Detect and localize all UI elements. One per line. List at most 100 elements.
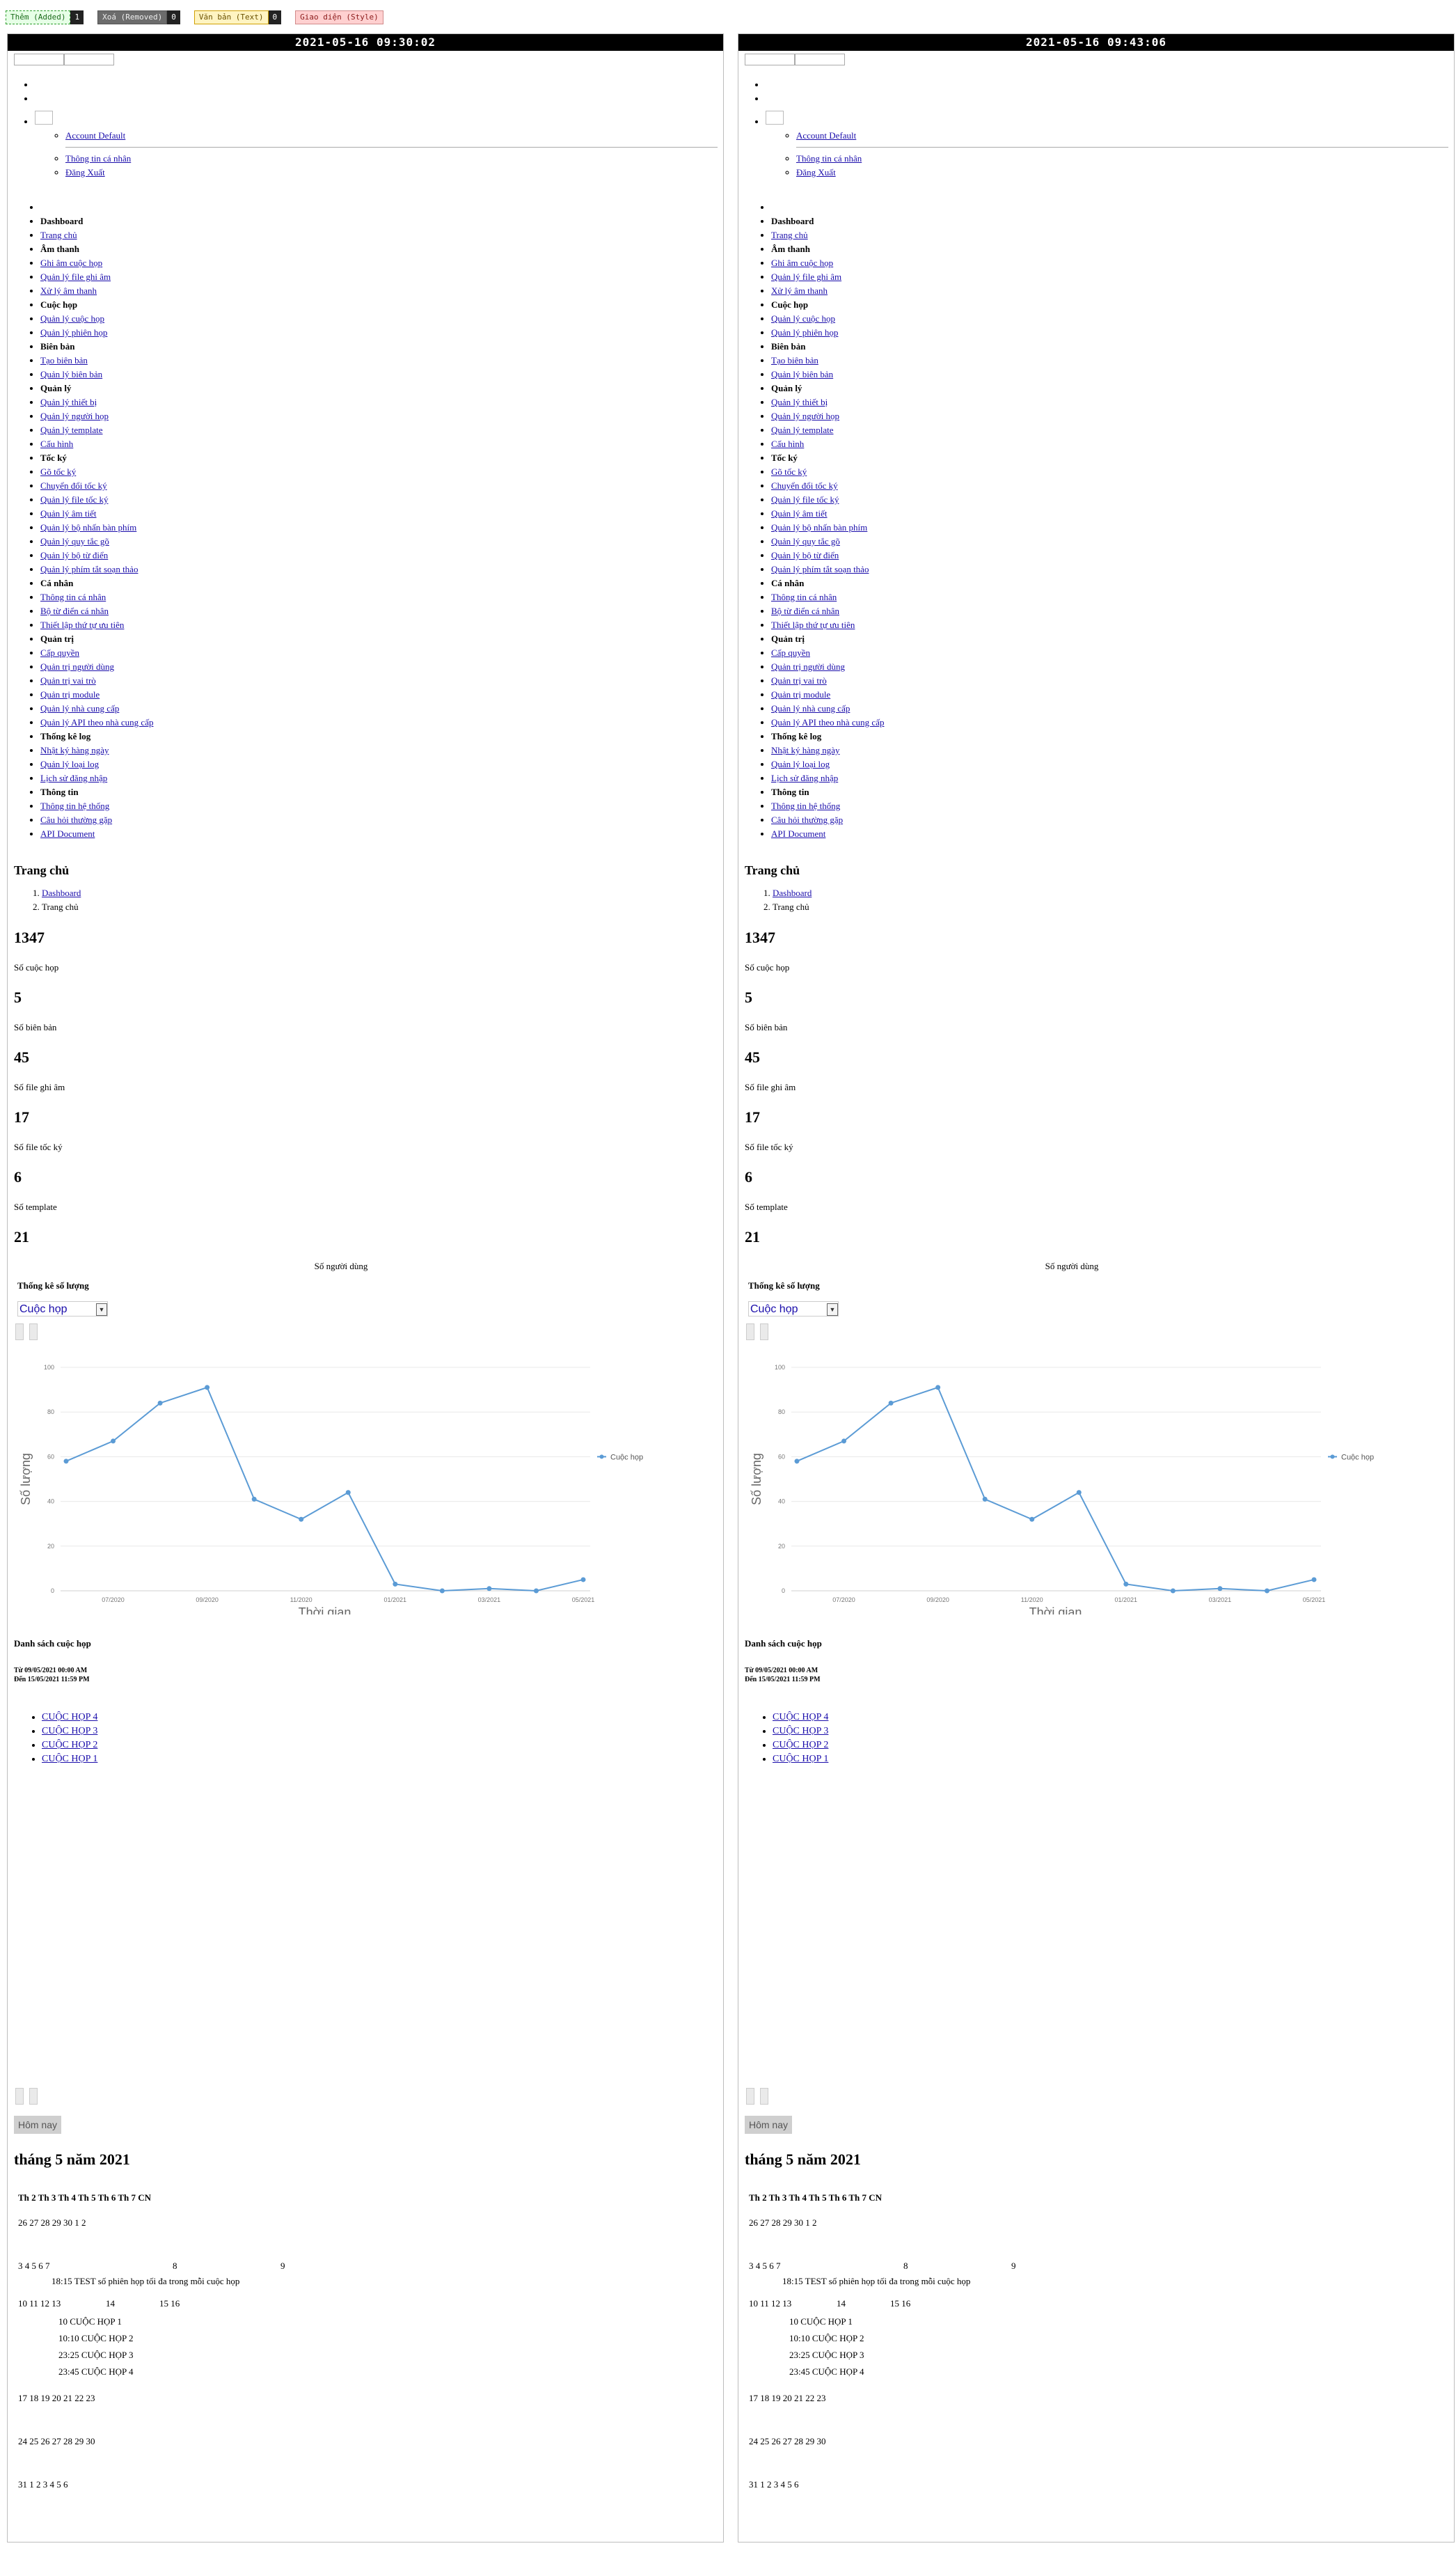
calendar-prev-button[interactable] — [15, 2088, 24, 2105]
sidebar-item-link[interactable]: Quản lý bộ từ điển — [771, 550, 839, 560]
today-button[interactable]: Hôm nay — [14, 2116, 61, 2134]
today-button[interactable]: Hôm nay — [745, 2116, 792, 2134]
sidebar-item-link[interactable]: Tạo biên bản — [40, 355, 88, 366]
sidebar-item-link[interactable]: Cấp quyền — [771, 647, 810, 658]
calendar-next-button[interactable] — [760, 2088, 768, 2105]
sidebar-item-link[interactable]: Quản lý nhà cung cấp — [40, 703, 119, 714]
calendar-event[interactable]: 10 CUỘC HỌP 1 — [58, 2313, 723, 2330]
calendar-event[interactable]: 10:10 CUỘC HỌP 2 — [789, 2330, 1454, 2347]
sidebar-item-link[interactable]: Thiết lập thứ tự ưu tiên — [40, 620, 124, 630]
sidebar-item-link[interactable]: Quản lý người họp — [40, 411, 109, 421]
sidebar-item-link[interactable]: Chuyển đổi tốc ký — [771, 480, 838, 491]
sidebar-item-link[interactable]: Quản lý phiên họp — [40, 327, 107, 338]
sidebar-item-link[interactable]: Quản lý cuộc họp — [40, 313, 104, 324]
sidebar-item-link[interactable]: Quản lý file tốc ký — [771, 494, 839, 505]
sidebar-item-link[interactable]: Quản lý bộ nhấn bàn phím — [771, 522, 867, 533]
sidebar-item-link[interactable]: Quản lý phiên họp — [771, 327, 838, 338]
sidebar-item-link[interactable]: Quản lý âm tiết — [40, 508, 97, 519]
account-option-link[interactable]: Đăng Xuất — [65, 167, 105, 178]
meeting-link[interactable]: CUỘC HỌP 1 — [773, 1754, 828, 1764]
sidebar-item-link[interactable]: Nhật ký hàng ngày — [40, 745, 109, 755]
sidebar-item-link[interactable]: Quản lý file tốc ký — [40, 494, 108, 505]
search-input[interactable] — [745, 54, 795, 65]
sidebar-item-link[interactable]: API Document — [40, 828, 95, 839]
sidebar-item-link[interactable]: API Document — [771, 828, 825, 839]
sidebar-item-link[interactable]: Quản lý bộ từ điển — [40, 550, 108, 560]
sidebar-item-link[interactable]: Câu hỏi thường gặp — [771, 815, 843, 825]
sidebar-item-link[interactable]: Quản lý quy tắc gõ — [40, 536, 109, 547]
calendar-prev-button[interactable] — [746, 2088, 754, 2105]
meeting-link[interactable]: CUỘC HỌP 3 — [42, 1726, 97, 1736]
calendar-event[interactable]: 10 CUỘC HỌP 1 — [789, 2313, 1454, 2330]
sidebar-item-link[interactable]: Quản trị vai trò — [771, 675, 827, 686]
sidebar-item-link[interactable]: Quản lý thiết bị — [771, 397, 828, 407]
sidebar-item-link[interactable]: Nhật ký hàng ngày — [771, 745, 840, 755]
sidebar-item-link[interactable]: Quản lý template — [40, 425, 103, 435]
sidebar-item-link[interactable]: Quản lý loại log — [771, 759, 830, 769]
sidebar-item-link[interactable]: Quản lý API theo nhà cung cấp — [771, 717, 884, 728]
account-name-link[interactable]: Account Default — [65, 130, 125, 141]
calendar-next-button[interactable] — [29, 2088, 38, 2105]
sidebar-item-link[interactable]: Thông tin cá nhân — [40, 592, 106, 602]
search-input[interactable] — [14, 54, 64, 65]
sidebar-item-link[interactable]: Quản lý âm tiết — [771, 508, 828, 519]
sidebar-item-link[interactable]: Tạo biên bản — [771, 355, 818, 366]
sidebar-item-link[interactable]: Cấu hình — [771, 439, 804, 449]
next-button[interactable] — [29, 1323, 38, 1340]
sidebar-item-link[interactable]: Quản lý file ghi âm — [771, 272, 841, 282]
sidebar-item-link[interactable]: Quản lý file ghi âm — [40, 272, 111, 282]
meeting-link[interactable]: CUỘC HỌP 2 — [42, 1740, 97, 1750]
sidebar-item-link[interactable]: Quản trị người dùng — [40, 661, 114, 672]
meeting-link[interactable]: CUỘC HỌP 1 — [42, 1754, 97, 1764]
sidebar-item-link[interactable]: Thiết lập thứ tự ưu tiên — [771, 620, 855, 630]
sidebar-item-link[interactable]: Quản lý quy tắc gõ — [771, 536, 840, 547]
sidebar-item-link[interactable]: Ghi âm cuộc họp — [40, 258, 102, 268]
search-button[interactable] — [795, 54, 845, 65]
sidebar-item-link[interactable]: Quản lý cuộc họp — [771, 313, 835, 324]
sidebar-item-link[interactable]: Xử lý âm thanh — [40, 285, 97, 296]
calendar-event[interactable]: 23:25 CUỘC HỌP 3 — [58, 2347, 723, 2364]
sidebar-item-link[interactable]: Quản lý biên bản — [40, 369, 102, 379]
avatar-button[interactable] — [766, 111, 784, 125]
sidebar-item-link[interactable]: Chuyển đổi tốc ký — [40, 480, 107, 491]
prev-button[interactable] — [746, 1323, 754, 1340]
sidebar-item-link[interactable]: Quản lý thiết bị — [40, 397, 97, 407]
sidebar-item-link[interactable]: Gõ tốc ký — [40, 466, 76, 477]
sidebar-item-link[interactable]: Cấu hình — [40, 439, 73, 449]
sidebar-item-link[interactable]: Trang chủ — [40, 230, 77, 240]
meeting-link[interactable]: CUỘC HỌP 4 — [773, 1712, 828, 1722]
sidebar-item-link[interactable]: Thông tin hệ thống — [40, 801, 109, 811]
sidebar-item-link[interactable]: Lịch sử đăng nhập — [40, 773, 107, 783]
calendar-event[interactable]: 18:15 TEST số phiên họp tối đa trong mỗi… — [782, 2276, 1454, 2287]
sidebar-item-link[interactable]: Quản lý người họp — [771, 411, 839, 421]
sidebar-item-link[interactable]: Thông tin hệ thống — [771, 801, 840, 811]
meeting-link[interactable]: CUỘC HỌP 2 — [773, 1740, 828, 1750]
breadcrumb-link[interactable]: Dashboard — [42, 888, 81, 898]
sidebar-item-link[interactable]: Quản trị module — [40, 689, 100, 700]
sidebar-item-link[interactable]: Câu hỏi thường gặp — [40, 815, 112, 825]
account-name-link[interactable]: Account Default — [796, 130, 856, 141]
calendar-event[interactable]: 18:15 TEST số phiên họp tối đa trong mỗi… — [52, 2276, 723, 2287]
sidebar-item-link[interactable]: Quản lý nhà cung cấp — [771, 703, 850, 714]
calendar-event[interactable]: 23:25 CUỘC HỌP 3 — [789, 2347, 1454, 2364]
calendar-event[interactable]: 10:10 CUỘC HỌP 2 — [58, 2330, 723, 2347]
sidebar-item-link[interactable]: Bộ từ điển cá nhân — [771, 606, 839, 616]
account-option-link[interactable]: Thông tin cá nhân — [796, 153, 862, 164]
calendar-event[interactable]: 23:45 CUỘC HỌP 4 — [789, 2364, 1454, 2380]
sidebar-item-link[interactable]: Bộ từ điển cá nhân — [40, 606, 109, 616]
sidebar-item-link[interactable]: Quản lý API theo nhà cung cấp — [40, 717, 153, 728]
sidebar-item-link[interactable]: Cấp quyền — [40, 647, 79, 658]
calendar-event[interactable]: 23:45 CUỘC HỌP 4 — [58, 2364, 723, 2380]
sidebar-item-link[interactable]: Lịch sử đăng nhập — [771, 773, 838, 783]
avatar-button[interactable] — [35, 111, 53, 125]
meeting-link[interactable]: CUỘC HỌP 3 — [773, 1726, 828, 1736]
sidebar-item-link[interactable]: Quản trị vai trò — [40, 675, 96, 686]
next-button[interactable] — [760, 1323, 768, 1340]
chart-type-select[interactable]: Cuộc họp ▼ — [748, 1301, 839, 1317]
sidebar-item-link[interactable]: Ghi âm cuộc họp — [771, 258, 833, 268]
sidebar-item-link[interactable]: Quản lý template — [771, 425, 834, 435]
account-option-link[interactable]: Đăng Xuất — [796, 167, 836, 178]
breadcrumb-link[interactable]: Dashboard — [773, 888, 812, 898]
sidebar-item-link[interactable]: Quản lý phím tắt soạn thảo — [40, 564, 138, 574]
search-button[interactable] — [64, 54, 114, 65]
